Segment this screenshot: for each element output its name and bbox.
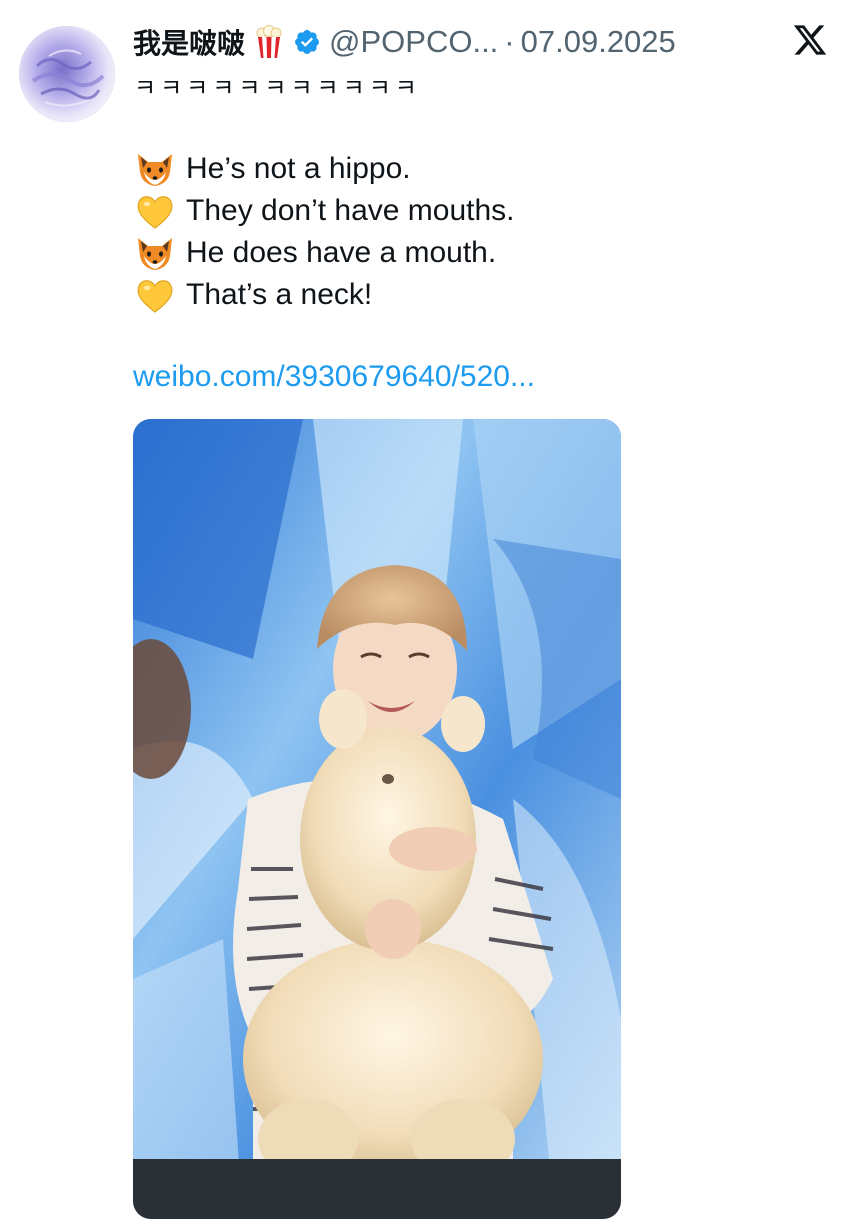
tweet-line-text: That’s a neck! <box>186 278 373 311</box>
verified-badge-icon <box>293 28 321 56</box>
tweet-line: He’s not a hippo. <box>134 148 515 190</box>
tweet-line: That’s a neck! <box>134 274 515 316</box>
x-logo-icon[interactable] <box>792 22 828 58</box>
separator-dot: · <box>504 24 515 59</box>
author-handle[interactable]: @POPCO... <box>329 24 498 60</box>
tweet-date[interactable]: 07.09.2025 <box>521 24 676 60</box>
avatar-image <box>19 26 115 122</box>
yellow-heart-icon <box>134 190 176 232</box>
tweet-subline: ㅋㅋㅋㅋㅋㅋㅋㅋㅋㅋㅋ <box>134 74 421 102</box>
fox-face-icon <box>134 232 176 274</box>
tweet-body: He’s not a hippo. They don’t have mouths… <box>134 148 515 316</box>
weibo-link[interactable]: weibo.com/3930679640/520... <box>133 360 535 394</box>
tweet-line: He does have a mouth. <box>134 232 515 274</box>
author-display-name[interactable]: 我是啵啵 <box>133 22 245 62</box>
tweet-line: They don’t have mouths. <box>134 190 515 232</box>
fox-face-icon <box>134 148 176 190</box>
tweet-header: 我是啵啵 @POPCO... · 07.09.2025 <box>133 22 676 62</box>
tweet-line-text: He’s not a hippo. <box>186 152 411 185</box>
tweet-line-text: He does have a mouth. <box>186 236 497 269</box>
author-avatar[interactable] <box>19 26 115 122</box>
photo-person-with-plush-icon <box>133 419 621 1219</box>
tweet-media-photo[interactable] <box>133 419 621 1219</box>
popcorn-icon <box>253 25 285 59</box>
yellow-heart-icon <box>134 274 176 316</box>
tweet-line-text: They don’t have mouths. <box>186 194 515 227</box>
